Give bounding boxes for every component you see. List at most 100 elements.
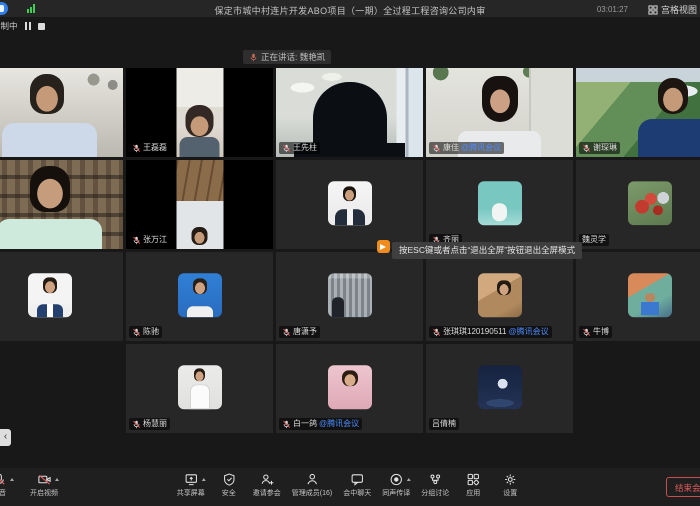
- camera-off-icon: [37, 472, 52, 487]
- interpret-button[interactable]: 同声传译: [382, 472, 410, 498]
- muted-mic-icon: [282, 144, 291, 153]
- video-grid: 王磊磊王先柱康佳@腾讯会议谢琛琳张万江齐丽魏灵学陈驰唐潇予张琪琪12019051…: [0, 0, 700, 506]
- muted-mic-icon: [132, 236, 141, 245]
- participant-tile[interactable]: 王磊磊: [126, 68, 273, 157]
- active-speaker-banner: 正在讲话: 魏艳凯: [243, 50, 331, 64]
- participant-tile[interactable]: [0, 68, 123, 157]
- end-meeting-button[interactable]: 结束会议: [666, 477, 700, 497]
- participant-tile[interactable]: [0, 252, 123, 341]
- members-button[interactable]: 管理成员(16): [292, 472, 332, 498]
- profile-avatar: [178, 273, 222, 317]
- camera-off-button[interactable]: 开启视频: [30, 472, 58, 498]
- apps-button[interactable]: 应用: [460, 472, 486, 498]
- video-feed: [0, 160, 123, 249]
- participant-name-label: 王先柱: [279, 142, 320, 154]
- participant-name: 陈驰: [143, 327, 159, 337]
- participant-name: 康佳: [443, 143, 459, 153]
- participant-name: 唐潇予: [293, 327, 317, 337]
- participant-tile[interactable]: 杨慧丽: [126, 344, 273, 433]
- chat-button[interactable]: 会中聊天: [343, 472, 371, 498]
- person-torso: [2, 123, 96, 157]
- participant-name-suffix: @腾讯会议: [508, 327, 548, 337]
- chat-icon: [350, 472, 365, 487]
- toolbar-button-label: 会中聊天: [343, 488, 371, 498]
- mic-off-icon: [0, 472, 7, 487]
- participant-name: 白一鸽: [293, 419, 317, 429]
- profile-avatar: [178, 365, 222, 409]
- person-torso: [0, 219, 102, 249]
- person-figure: [186, 105, 214, 137]
- video-feed: [176, 160, 223, 249]
- profile-avatar: [328, 365, 372, 409]
- participant-name: 吕倩楠: [432, 419, 456, 429]
- meeting-window: 保定市城中村连片开发ABO项目（一期）全过程工程咨询公司内审 03:01:27 …: [0, 0, 700, 506]
- participant-name-label: 魏灵学: [579, 234, 609, 246]
- shield-icon: [221, 472, 236, 487]
- person-torso: [180, 137, 219, 157]
- participant-name: 牛博: [593, 327, 609, 337]
- participant-name-label: 白一鸽@腾讯会议: [279, 418, 362, 430]
- person-figure: [658, 78, 688, 114]
- profile-avatar: [478, 365, 522, 409]
- active-speaker-text: 正在讲话: 魏艳凯: [261, 51, 325, 63]
- participant-tile[interactable]: [276, 160, 423, 249]
- participant-tile[interactable]: 白一鸽@腾讯会议: [276, 344, 423, 433]
- video-feed: [0, 68, 123, 157]
- interpret-icon: [389, 472, 404, 487]
- participant-name: 魏灵学: [582, 235, 606, 245]
- breakout-button[interactable]: 分组讨论: [421, 472, 449, 498]
- participant-tile[interactable]: 康佳@腾讯会议: [426, 68, 573, 157]
- fullscreen-tip: 按ESC键或者点击“退出全屏”按钮退出全屏模式: [377, 240, 582, 259]
- participant-tile[interactable]: 张琪琪120190511@腾讯会议: [426, 252, 573, 341]
- profile-avatar: [478, 181, 522, 225]
- toolbar-button-label: 安全: [222, 488, 236, 498]
- settings-button[interactable]: 设置: [497, 472, 523, 498]
- participant-tile[interactable]: 吕倩楠: [426, 344, 573, 433]
- shield-button[interactable]: 安全: [216, 472, 242, 498]
- participant-tile[interactable]: 齐丽: [426, 160, 573, 249]
- participant-tile[interactable]: 陈驰: [126, 252, 273, 341]
- settings-icon: [503, 472, 518, 487]
- participant-tile[interactable]: 唐潇予: [276, 252, 423, 341]
- muted-mic-icon: [282, 420, 291, 429]
- participant-tile[interactable]: 张万江: [126, 160, 273, 249]
- mic-off-button[interactable]: 静音: [0, 472, 12, 498]
- participant-name-label: 杨慧丽: [129, 418, 170, 430]
- caret-up-icon[interactable]: [201, 478, 205, 481]
- participant-tile[interactable]: 谢琛琳: [576, 68, 700, 157]
- participant-name-label: 牛博: [579, 326, 612, 338]
- announcement-icon: [377, 240, 390, 253]
- toolbar-button-label: 静音: [0, 488, 6, 498]
- participant-tile[interactable]: 王先柱: [276, 68, 423, 157]
- participant-name-suffix: @腾讯会议: [461, 143, 501, 153]
- muted-mic-icon: [582, 144, 591, 153]
- fullscreen-tip-text: 按ESC键或者点击“退出全屏”按钮退出全屏模式: [392, 242, 582, 259]
- toolbar-button-label: 设置: [503, 488, 517, 498]
- breakout-icon: [428, 472, 443, 487]
- participant-name: 杨慧丽: [143, 419, 167, 429]
- participant-name-label: 谢琛琳: [579, 142, 620, 154]
- caret-up-icon[interactable]: [55, 478, 59, 481]
- video-feed: [176, 68, 223, 157]
- toolbar-button-label: 邀请参会: [253, 488, 281, 498]
- toolbar-button-label: 开启视频: [30, 488, 58, 498]
- toolbar-button-label: 应用: [466, 488, 480, 498]
- toolbar-button-label: 共享屏幕: [177, 488, 205, 498]
- muted-mic-icon: [132, 328, 141, 337]
- participant-name-label: 张万江: [129, 234, 170, 246]
- members-icon: [304, 472, 319, 487]
- toolbar-button-label: 分组讨论: [421, 488, 449, 498]
- caret-up-icon[interactable]: [10, 478, 14, 481]
- participant-name-label: 唐潇予: [279, 326, 320, 338]
- participant-tile[interactable]: 魏灵学: [576, 160, 700, 249]
- toolbar-button-label: 同声传译: [382, 488, 410, 498]
- grid-prev-page-button[interactable]: ‹: [0, 429, 11, 446]
- participant-tile[interactable]: [0, 160, 123, 249]
- caret-up-icon[interactable]: [407, 478, 411, 481]
- profile-avatar: [628, 181, 672, 225]
- share-screen-button[interactable]: 共享屏幕: [177, 472, 205, 498]
- participant-name: 谢琛琳: [593, 143, 617, 153]
- muted-mic-icon: [432, 144, 441, 153]
- invite-button[interactable]: 邀请参会: [253, 472, 281, 498]
- participant-tile[interactable]: 牛博: [576, 252, 700, 341]
